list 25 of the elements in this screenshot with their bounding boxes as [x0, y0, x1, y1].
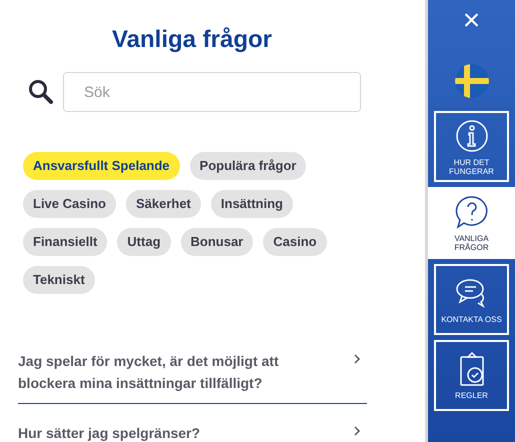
page-title: Vanliga frågor	[110, 25, 274, 55]
flag-icon[interactable]	[454, 64, 488, 98]
close-button[interactable]: ×	[462, 6, 480, 36]
chevron-icon	[353, 426, 361, 436]
info-icon	[454, 118, 490, 154]
category-chip[interactable]: Insättning	[210, 190, 293, 218]
category-chip[interactable]: Ansvarsfullt Spelande	[23, 152, 180, 180]
category-chip[interactable]: Populära frågor	[190, 152, 306, 180]
nav-item[interactable]: KONTAKTA OSS	[434, 264, 509, 335]
category-chip[interactable]: Live Casino	[23, 190, 116, 218]
nav-item[interactable]: VANLIGA FRÅGOR	[428, 187, 515, 259]
category-chip[interactable]: Finansiellt	[23, 228, 108, 256]
category-chip[interactable]: Uttag	[117, 228, 171, 256]
question-item[interactable]: Jag spelar för mycket, är det möjligt att blockera mina insättningar tillfälligt?	[18, 343, 367, 404]
question-item[interactable]: Hur sätter jag spelgränser?	[18, 415, 367, 442]
category-chip[interactable]: Bonusar	[180, 228, 254, 256]
search-field[interactable]: Sök	[63, 72, 361, 112]
question-bubble-icon	[454, 194, 490, 230]
search-icon	[28, 79, 54, 105]
chevron-icon	[353, 354, 361, 364]
category-chip[interactable]: Säkerhet	[126, 190, 201, 218]
nav-item[interactable]: REGLER	[434, 340, 509, 411]
category-chip[interactable]: Casino	[263, 228, 327, 256]
category-chip[interactable]: Tekniskt	[23, 266, 95, 294]
nav-item[interactable]: HUR DET FUNGERAR	[434, 111, 509, 182]
